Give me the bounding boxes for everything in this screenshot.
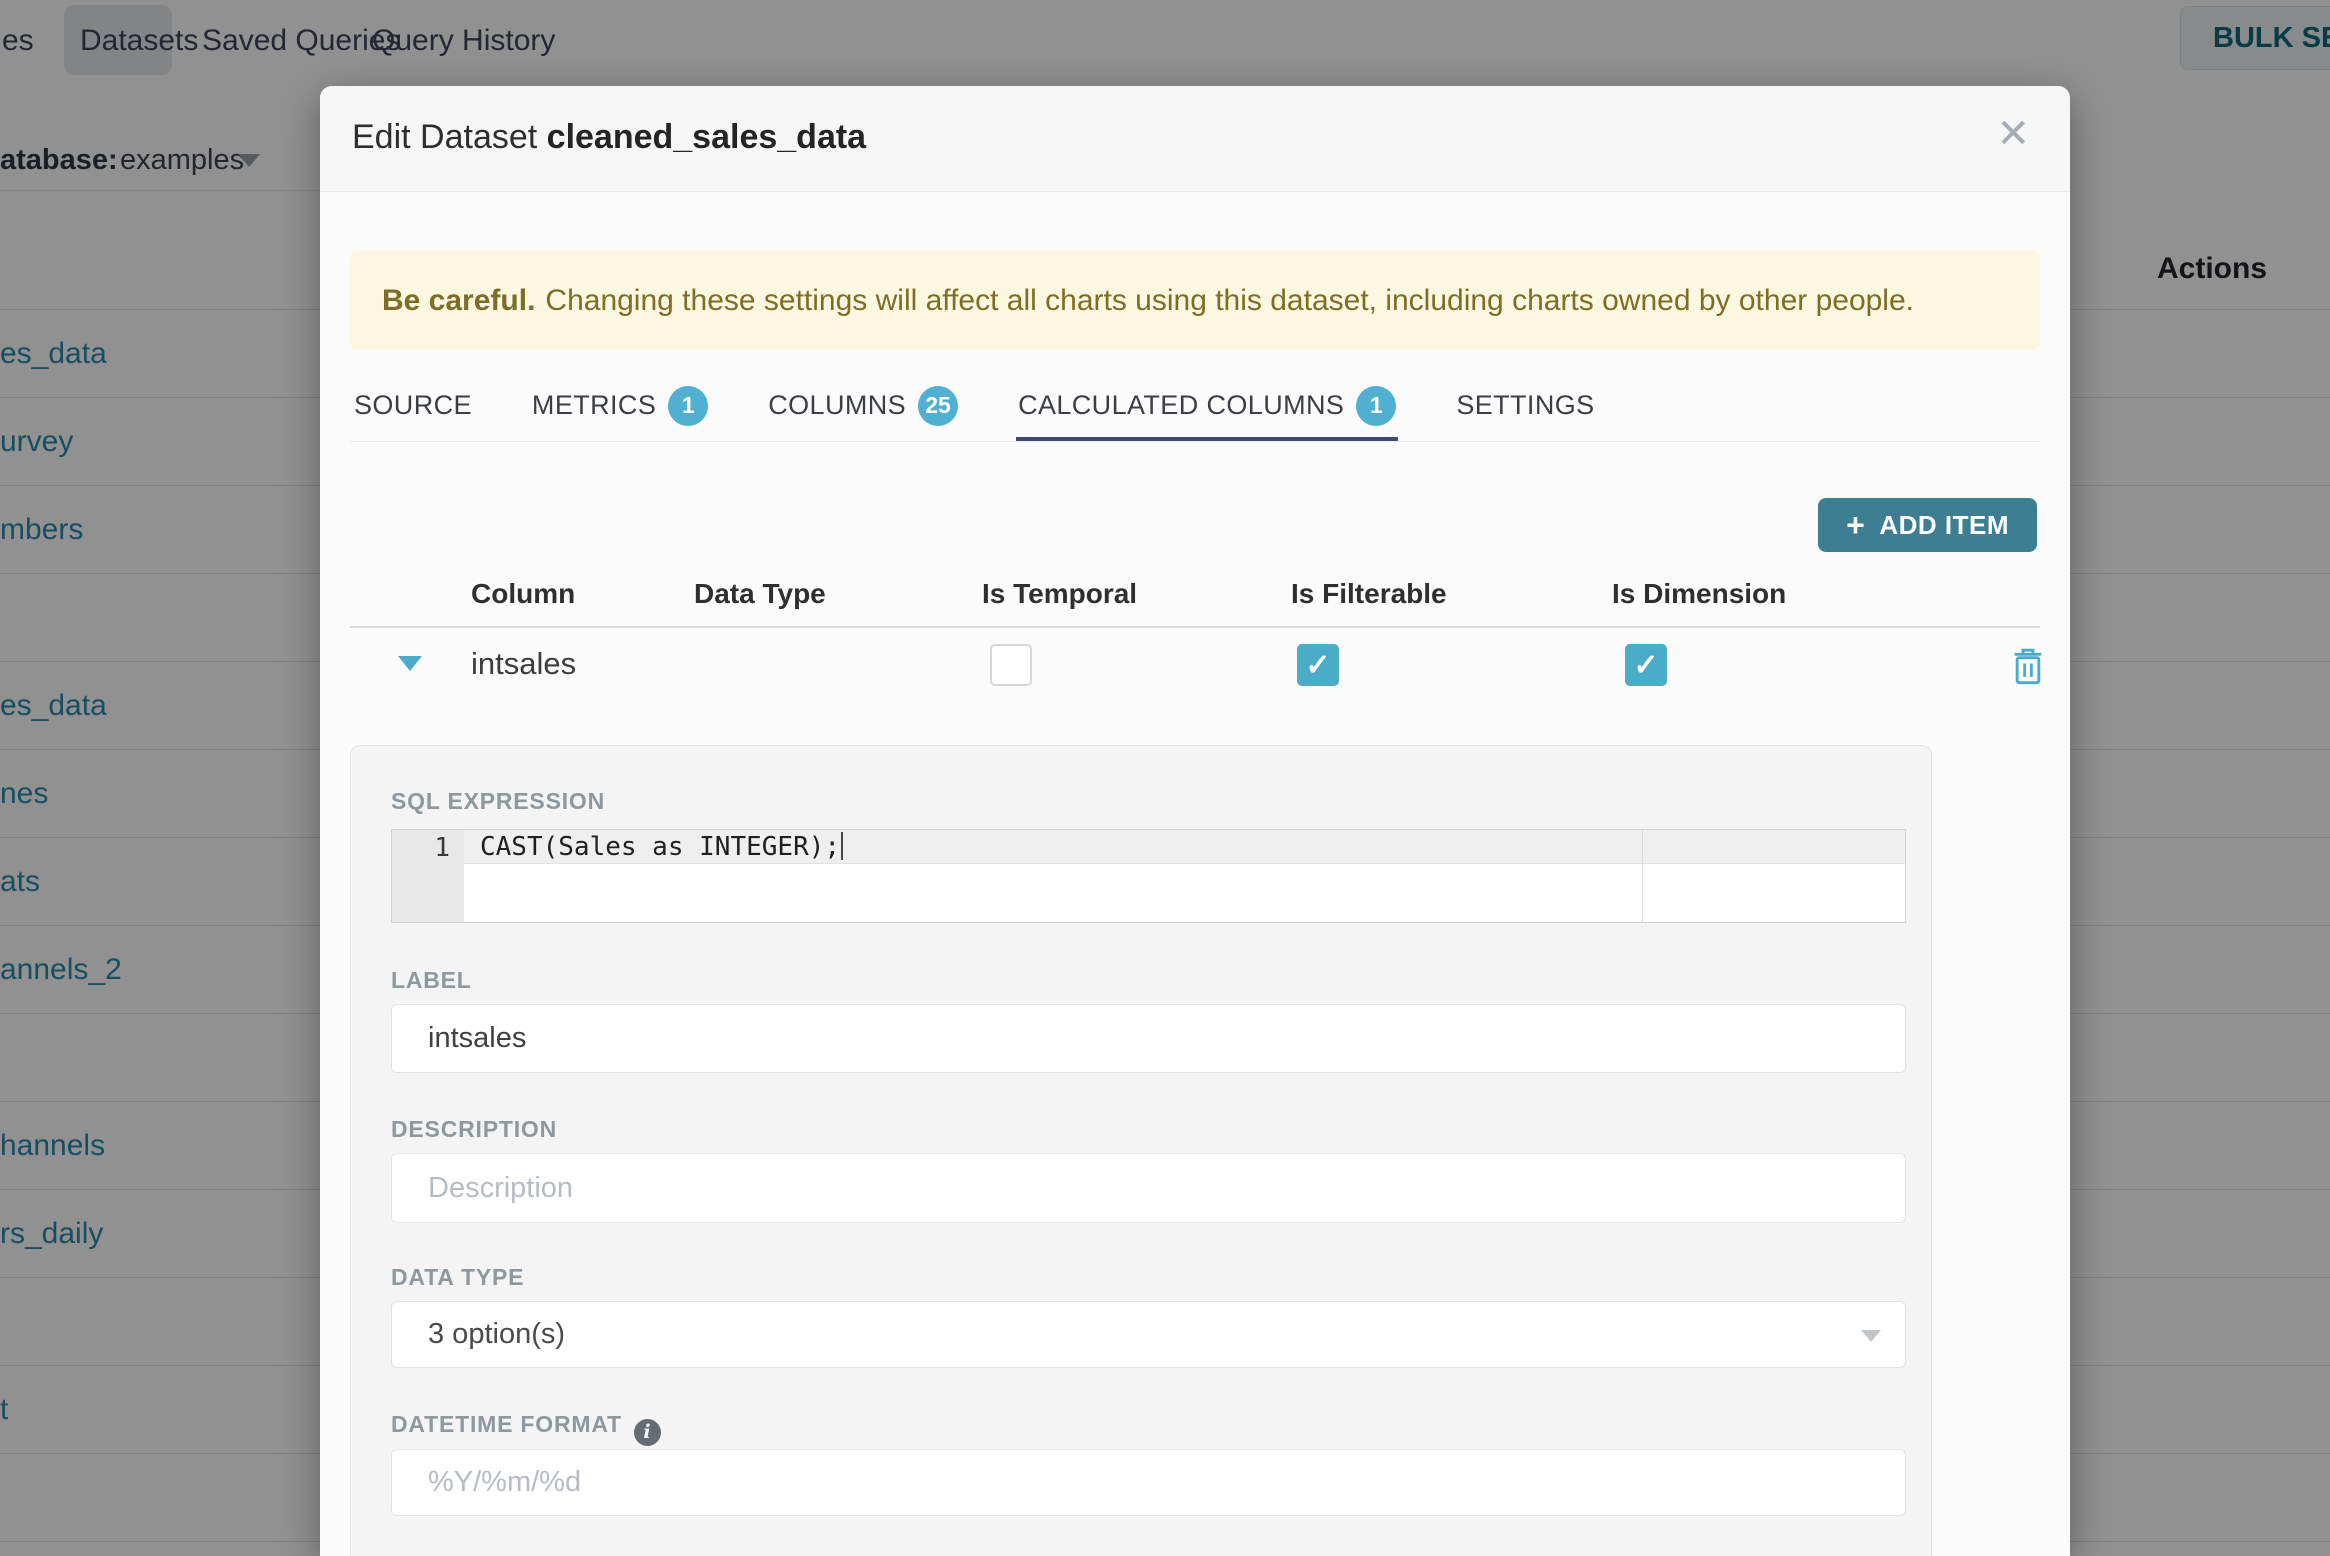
row-expander-caret-icon[interactable]: [398, 656, 422, 671]
editor-print-margin: [1642, 830, 1643, 922]
label-label: LABEL: [391, 967, 472, 993]
tabs-divider: [350, 441, 2040, 442]
add-item-button[interactable]: + ADD ITEM: [1818, 498, 2037, 552]
tab-label: METRICS: [531, 390, 657, 420]
tab-calculated-columns[interactable]: CALCULATED COLUMNS 1: [1016, 369, 1399, 442]
plus-icon: +: [1846, 507, 1866, 543]
delete-trash-icon[interactable]: [2008, 644, 2048, 688]
modal-header: Edit Dataset cleaned_sales_data ✕: [320, 86, 2070, 192]
warning-bold: Be careful.: [382, 283, 536, 317]
line-number: 1: [434, 833, 450, 863]
tab-badge: 1: [1356, 385, 1397, 426]
add-item-label: ADD ITEM: [1879, 509, 2009, 540]
tab-label: COLUMNS: [768, 390, 907, 420]
checkbox-is-dimension[interactable]: [1625, 644, 1667, 686]
close-icon[interactable]: ✕: [1996, 114, 2030, 154]
description-input[interactable]: [391, 1153, 1906, 1223]
col-header-column: Column: [471, 578, 576, 609]
datetime-format-label-text: DATETIME FORMAT: [391, 1411, 622, 1437]
calculated-column-name: intsales: [471, 646, 577, 681]
sql-code: CAST(Sales as INTEGER);: [480, 832, 844, 862]
sql-expression-editor[interactable]: 1 CAST(Sales as INTEGER);: [391, 829, 1906, 923]
datetime-format-input[interactable]: [391, 1449, 1906, 1516]
modal-title-prefix: Edit Dataset: [352, 118, 547, 156]
datetime-format-label: DATETIME FORMAT i: [391, 1411, 661, 1446]
data-type-value: 3 option(s): [428, 1318, 566, 1350]
tab-settings[interactable]: SETTINGS: [1456, 369, 1594, 442]
select-caret-icon: [1861, 1330, 1881, 1342]
label-input[interactable]: [391, 1004, 1906, 1073]
data-type-select[interactable]: 3 option(s): [391, 1301, 1906, 1368]
tab-label: SOURCE: [354, 390, 472, 420]
modal-title-dataset: cleaned_sales_data: [546, 118, 867, 156]
screen: es Datasets Saved Queries Query History …: [0, 0, 2330, 1556]
calculated-column-detail-panel: SQL EXPRESSION 1 CAST(Sales as INTEGER);…: [350, 745, 1932, 1556]
tab-badge: 25: [918, 385, 959, 426]
warning-text: Changing these settings will affect all …: [545, 283, 1914, 317]
tab-metrics[interactable]: METRICS 1: [531, 369, 709, 442]
col-header-is-filterable: Is Filterable: [1291, 578, 1447, 609]
edit-dataset-modal: Edit Dataset cleaned_sales_data ✕ Be car…: [320, 86, 2070, 1556]
tab-badge: 1: [668, 385, 709, 426]
col-header-is-dimension: Is Dimension: [1612, 578, 1787, 609]
tab-source[interactable]: SOURCE: [354, 369, 472, 442]
data-type-label: DATA TYPE: [391, 1264, 525, 1290]
warning-banner: Be careful. Changing these settings will…: [350, 251, 2040, 350]
checkbox-is-temporal[interactable]: [990, 644, 1032, 686]
editor-gutter: 1: [392, 830, 464, 922]
modal-tabs: SOURCE METRICS 1 COLUMNS 25 CALCULATED C…: [354, 369, 1595, 442]
info-icon[interactable]: i: [633, 1418, 661, 1446]
modal-title: Edit Dataset cleaned_sales_data: [352, 118, 866, 157]
tab-label: CALCULATED COLUMNS: [1018, 390, 1345, 420]
description-label: DESCRIPTION: [391, 1116, 557, 1142]
sql-code-text: CAST(Sales as INTEGER);: [480, 832, 841, 862]
header-divider: [350, 626, 2040, 628]
col-header-is-temporal: Is Temporal: [982, 578, 1138, 609]
text-cursor: [841, 832, 844, 860]
tab-columns[interactable]: COLUMNS 25: [768, 369, 959, 442]
tab-label: SETTINGS: [1456, 390, 1595, 420]
sql-expression-label: SQL EXPRESSION: [391, 788, 605, 814]
checkbox-is-filterable[interactable]: [1297, 644, 1339, 686]
col-header-data-type: Data Type: [694, 578, 826, 609]
